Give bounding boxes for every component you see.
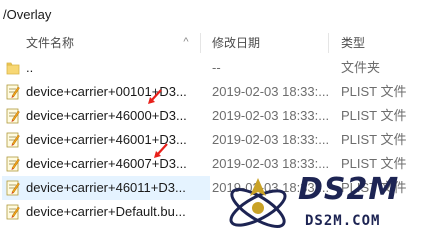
plist-file-icon <box>6 180 20 196</box>
list-item[interactable]: device+carrier+46000+D3... 2019-02-03 18… <box>0 104 448 128</box>
column-header-type[interactable]: 类型 <box>341 30 365 56</box>
watermark-logo: DS2M DS2M.COM <box>222 170 446 242</box>
file-type: 文件夹 <box>341 60 381 75</box>
column-header-date[interactable]: 修改日期 <box>212 30 260 56</box>
file-name: device+carrier+46011+D3... <box>26 180 186 195</box>
column-header-name[interactable]: 文件名称 <box>26 30 74 56</box>
column-divider[interactable] <box>200 33 201 53</box>
file-date: -- <box>212 60 221 75</box>
list-item[interactable]: .. -- 文件夹 <box>0 56 448 80</box>
plist-file-icon <box>6 156 20 172</box>
file-name: device+carrier+Default.bu... <box>26 204 186 219</box>
file-type: PLIST 文件 <box>341 132 407 147</box>
file-date: 2019-02-03 18:33:... <box>212 132 330 147</box>
plist-file-icon <box>6 204 20 220</box>
address-path[interactable]: /Overlay <box>0 0 448 30</box>
column-divider[interactable] <box>328 33 329 53</box>
folder-icon <box>6 62 20 75</box>
sort-ascending-icon[interactable]: ^ <box>180 30 192 56</box>
file-date: 2019-02-03 18:33:... <box>212 108 330 123</box>
plist-file-icon <box>6 132 20 148</box>
atom-logo-icon <box>229 178 287 228</box>
annotation-arrow-icon <box>154 143 168 158</box>
annotation-arrow-icon <box>148 89 162 104</box>
column-header-bar: 文件名称 ^ 修改日期 类型 <box>0 30 448 56</box>
list-item[interactable]: device+carrier+00101+D3... 2019-02-03 18… <box>0 80 448 104</box>
watermark-subtitle: DS2M.COM <box>305 213 381 229</box>
file-type: PLIST 文件 <box>341 108 407 123</box>
watermark-title: DS2M <box>298 172 400 207</box>
plist-file-icon <box>6 84 20 100</box>
file-name: device+carrier+46000+D3... <box>26 108 187 123</box>
file-date: 2019-02-03 18:33:... <box>212 84 330 99</box>
plist-file-icon <box>6 108 20 124</box>
file-type: PLIST 文件 <box>341 84 407 99</box>
file-name: .. <box>26 60 34 75</box>
list-item[interactable]: device+carrier+46001+D3... 2019-02-03 18… <box>0 128 448 152</box>
